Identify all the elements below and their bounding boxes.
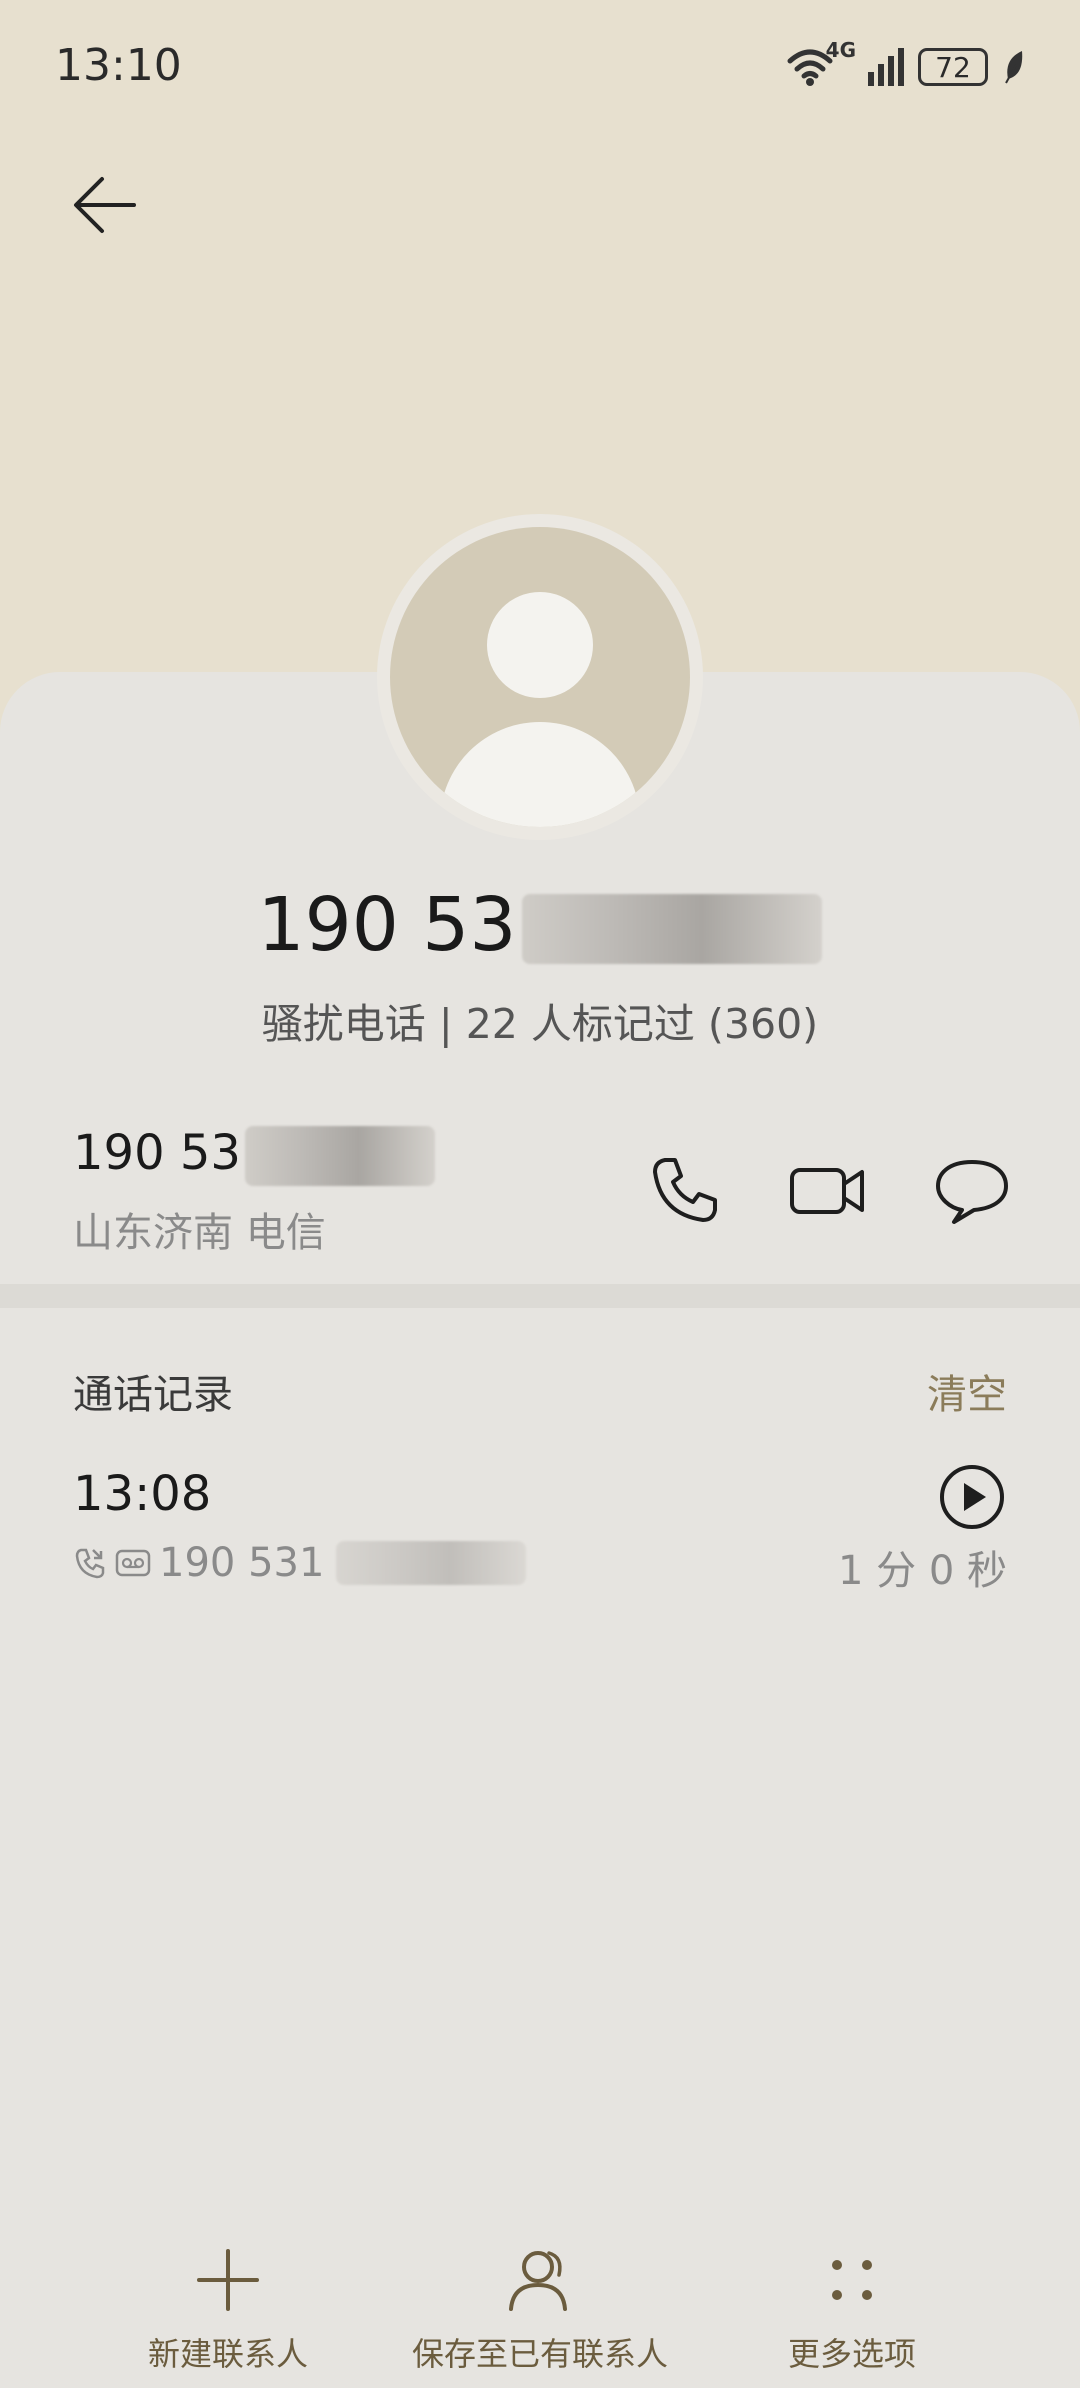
number-location: 山东济南 电信 [73, 1210, 326, 1256]
more-options-label: 更多选项 [787, 2335, 916, 2373]
section-divider [0, 1284, 1080, 1308]
spam-tag: 骚扰电话 | 22 人标记过 (360) [261, 1000, 819, 1048]
plus-icon [197, 2249, 259, 2311]
battery-indicator: 72 [918, 48, 988, 86]
cellular-signal-icon [868, 48, 904, 86]
redaction-blur [336, 1541, 527, 1585]
more-options-button[interactable]: 更多选项 [692, 2245, 1012, 2375]
avatar-body-shape [440, 722, 640, 827]
leaf-icon [1005, 51, 1023, 84]
avatar-head-shape [487, 592, 593, 698]
avatar [390, 527, 690, 827]
call-log-detail: 190 531 [73, 1540, 527, 1586]
redaction-blur [244, 1126, 435, 1186]
status-icons: 4G 72 [786, 38, 1028, 92]
more-dots-icon [832, 2260, 872, 2300]
play-recording-icon[interactable] [938, 1463, 1006, 1531]
clear-button[interactable]: 清空 [927, 1362, 1007, 1420]
phone-call-icon[interactable] [645, 1150, 725, 1230]
save-to-existing-button[interactable]: 保存至已有联系人 [380, 2245, 700, 2375]
number-row-number: 190 53 [73, 1125, 435, 1186]
contact-number: 190 53 [0, 882, 1080, 968]
call-log-title: 通话记录 [73, 1372, 233, 1418]
missed-call-icon [75, 1548, 105, 1579]
video-call-icon[interactable] [788, 1150, 868, 1230]
person-icon [509, 2251, 567, 2311]
number-row-prefix: 190 53 [73, 1125, 241, 1181]
voicemail-icon [115, 1549, 151, 1577]
new-contact-label: 新建联系人 [147, 2335, 308, 2373]
call-log-number: 190 531 [159, 1540, 325, 1586]
save-to-existing-label: 保存至已有联系人 [411, 2335, 668, 2373]
message-icon[interactable] [932, 1150, 1012, 1230]
new-contact-button[interactable]: 新建联系人 [68, 2245, 388, 2375]
status-time: 13:10 [55, 40, 182, 91]
contact-number-prefix: 190 53 [257, 882, 517, 968]
redaction-blur [522, 894, 823, 965]
call-log-duration: 1 分 0 秒 [837, 1548, 1007, 1594]
network-type: 4G [825, 38, 856, 62]
call-log-time: 13:08 [73, 1466, 212, 1522]
back-arrow-icon[interactable] [70, 170, 140, 240]
